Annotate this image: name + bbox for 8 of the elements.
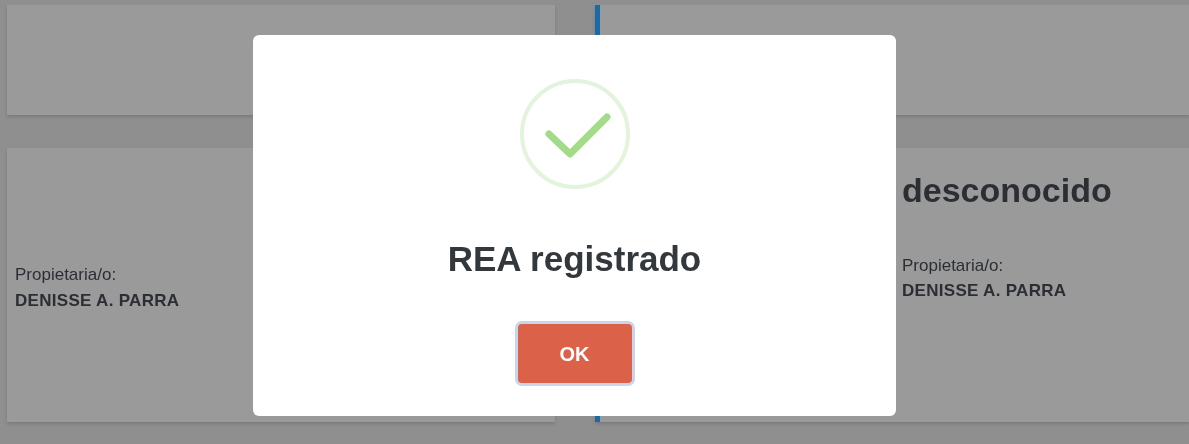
checkmark-icon [518,78,631,190]
ok-button[interactable]: OK [517,324,632,383]
owner-label: Propietaria/o: [15,264,118,286]
card-heading: desconocido [902,170,1113,211]
owner-name: DENISSE A. PARRA [15,289,181,312]
dialog-title: REA registrado [447,238,702,280]
owner-name: DENISSE A. PARRA [902,280,1068,303]
owner-label: Propietaria/o: [902,254,1005,277]
